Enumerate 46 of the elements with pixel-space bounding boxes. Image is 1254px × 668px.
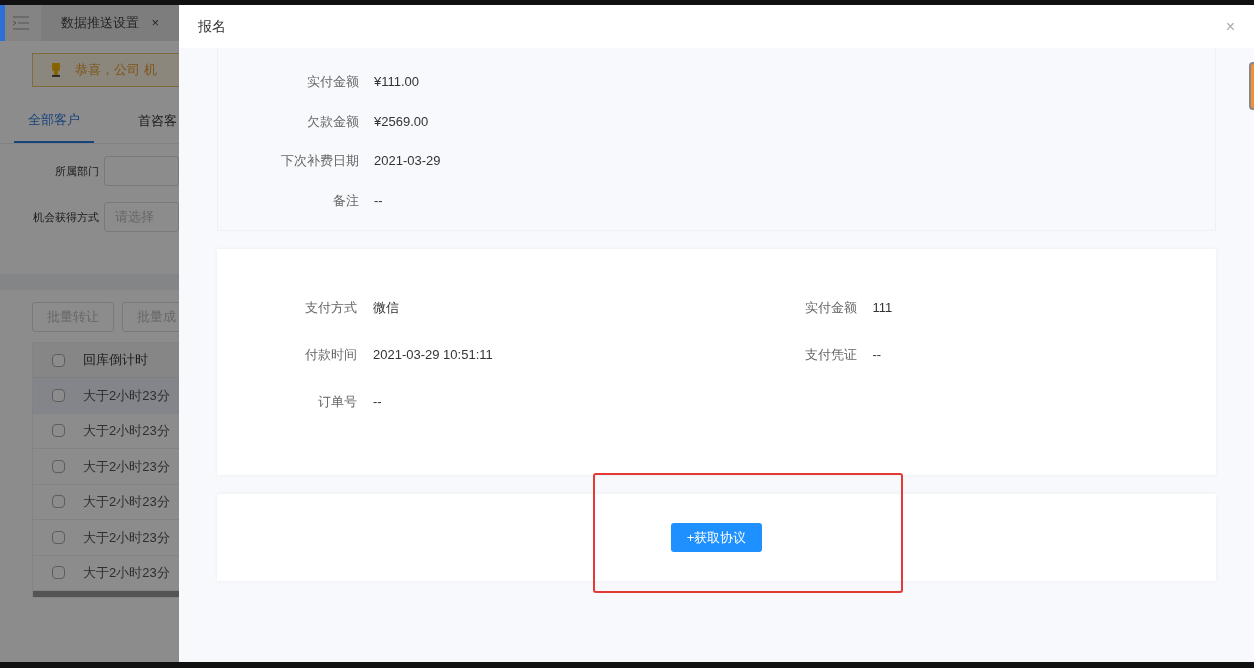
field-label: 所属部门 (54, 164, 99, 177)
modal-overlay[interactable] (0, 5, 179, 662)
field-label: 支付方式 (305, 299, 357, 315)
trophy-icon (49, 62, 63, 78)
notice-banner: 恭喜，公司 机 (32, 53, 179, 87)
scrollbar[interactable] (33, 591, 179, 597)
field-label: 机会获得方式 (32, 210, 99, 223)
table-cell-text: 大于2小时23分 (83, 493, 170, 511)
drawer-title: 报名 (198, 17, 226, 36)
table-cell-text: 大于2小时23分 (83, 386, 170, 405)
checkbox[interactable] (51, 495, 65, 509)
checkbox[interactable] (51, 530, 65, 544)
field-value: -- (872, 345, 882, 364)
field-label: 订单号 (318, 393, 357, 409)
field-value: -- (374, 191, 383, 210)
field-label: 支付凭证 (804, 346, 857, 362)
field-value: 111 (872, 298, 893, 317)
checkbox[interactable] (51, 566, 65, 580)
menu-icon[interactable] (11, 16, 30, 30)
field-label: 付款时间 (305, 346, 357, 362)
field-label: 欠款金额 (307, 113, 359, 129)
field-label: 备注 (333, 192, 359, 208)
column-header: 回库倒计时 (83, 351, 148, 370)
field-value: 2021-03-29 (374, 152, 441, 170)
field-value: ¥2569.00 (374, 112, 429, 131)
tab[interactable]: 首咨客 (124, 99, 179, 143)
checkbox[interactable] (51, 353, 65, 367)
page-tab[interactable]: 数据推送设置 × (41, 5, 179, 41)
field-value: 微信 (373, 298, 399, 317)
field-label: 实付金额 (804, 299, 857, 315)
checkbox[interactable] (51, 388, 65, 402)
field-value: ¥111.00 (374, 73, 420, 91)
side-widget-icon[interactable] (1249, 62, 1254, 110)
field-label: 实付金额 (307, 74, 359, 89)
table-cell-text: 大于2小时23分 (83, 457, 170, 476)
field-value: 2021-03-29 10:51:11 (373, 345, 493, 364)
checkbox[interactable] (51, 424, 65, 438)
checkbox[interactable] (51, 459, 65, 473)
table-cell-text: 大于2小时23分 (83, 528, 170, 547)
field-value: -- (373, 392, 382, 411)
field-label: 下次补费日期 (281, 153, 359, 168)
close-button[interactable]: × (1225, 18, 1235, 35)
table-cell-text: 大于2小时23分 (83, 564, 170, 582)
table-cell-text: 大于2小时23分 (83, 422, 170, 440)
get-agreement-button[interactable]: +获取协议 (670, 523, 763, 552)
tab[interactable]: 全部客户 (14, 99, 94, 143)
